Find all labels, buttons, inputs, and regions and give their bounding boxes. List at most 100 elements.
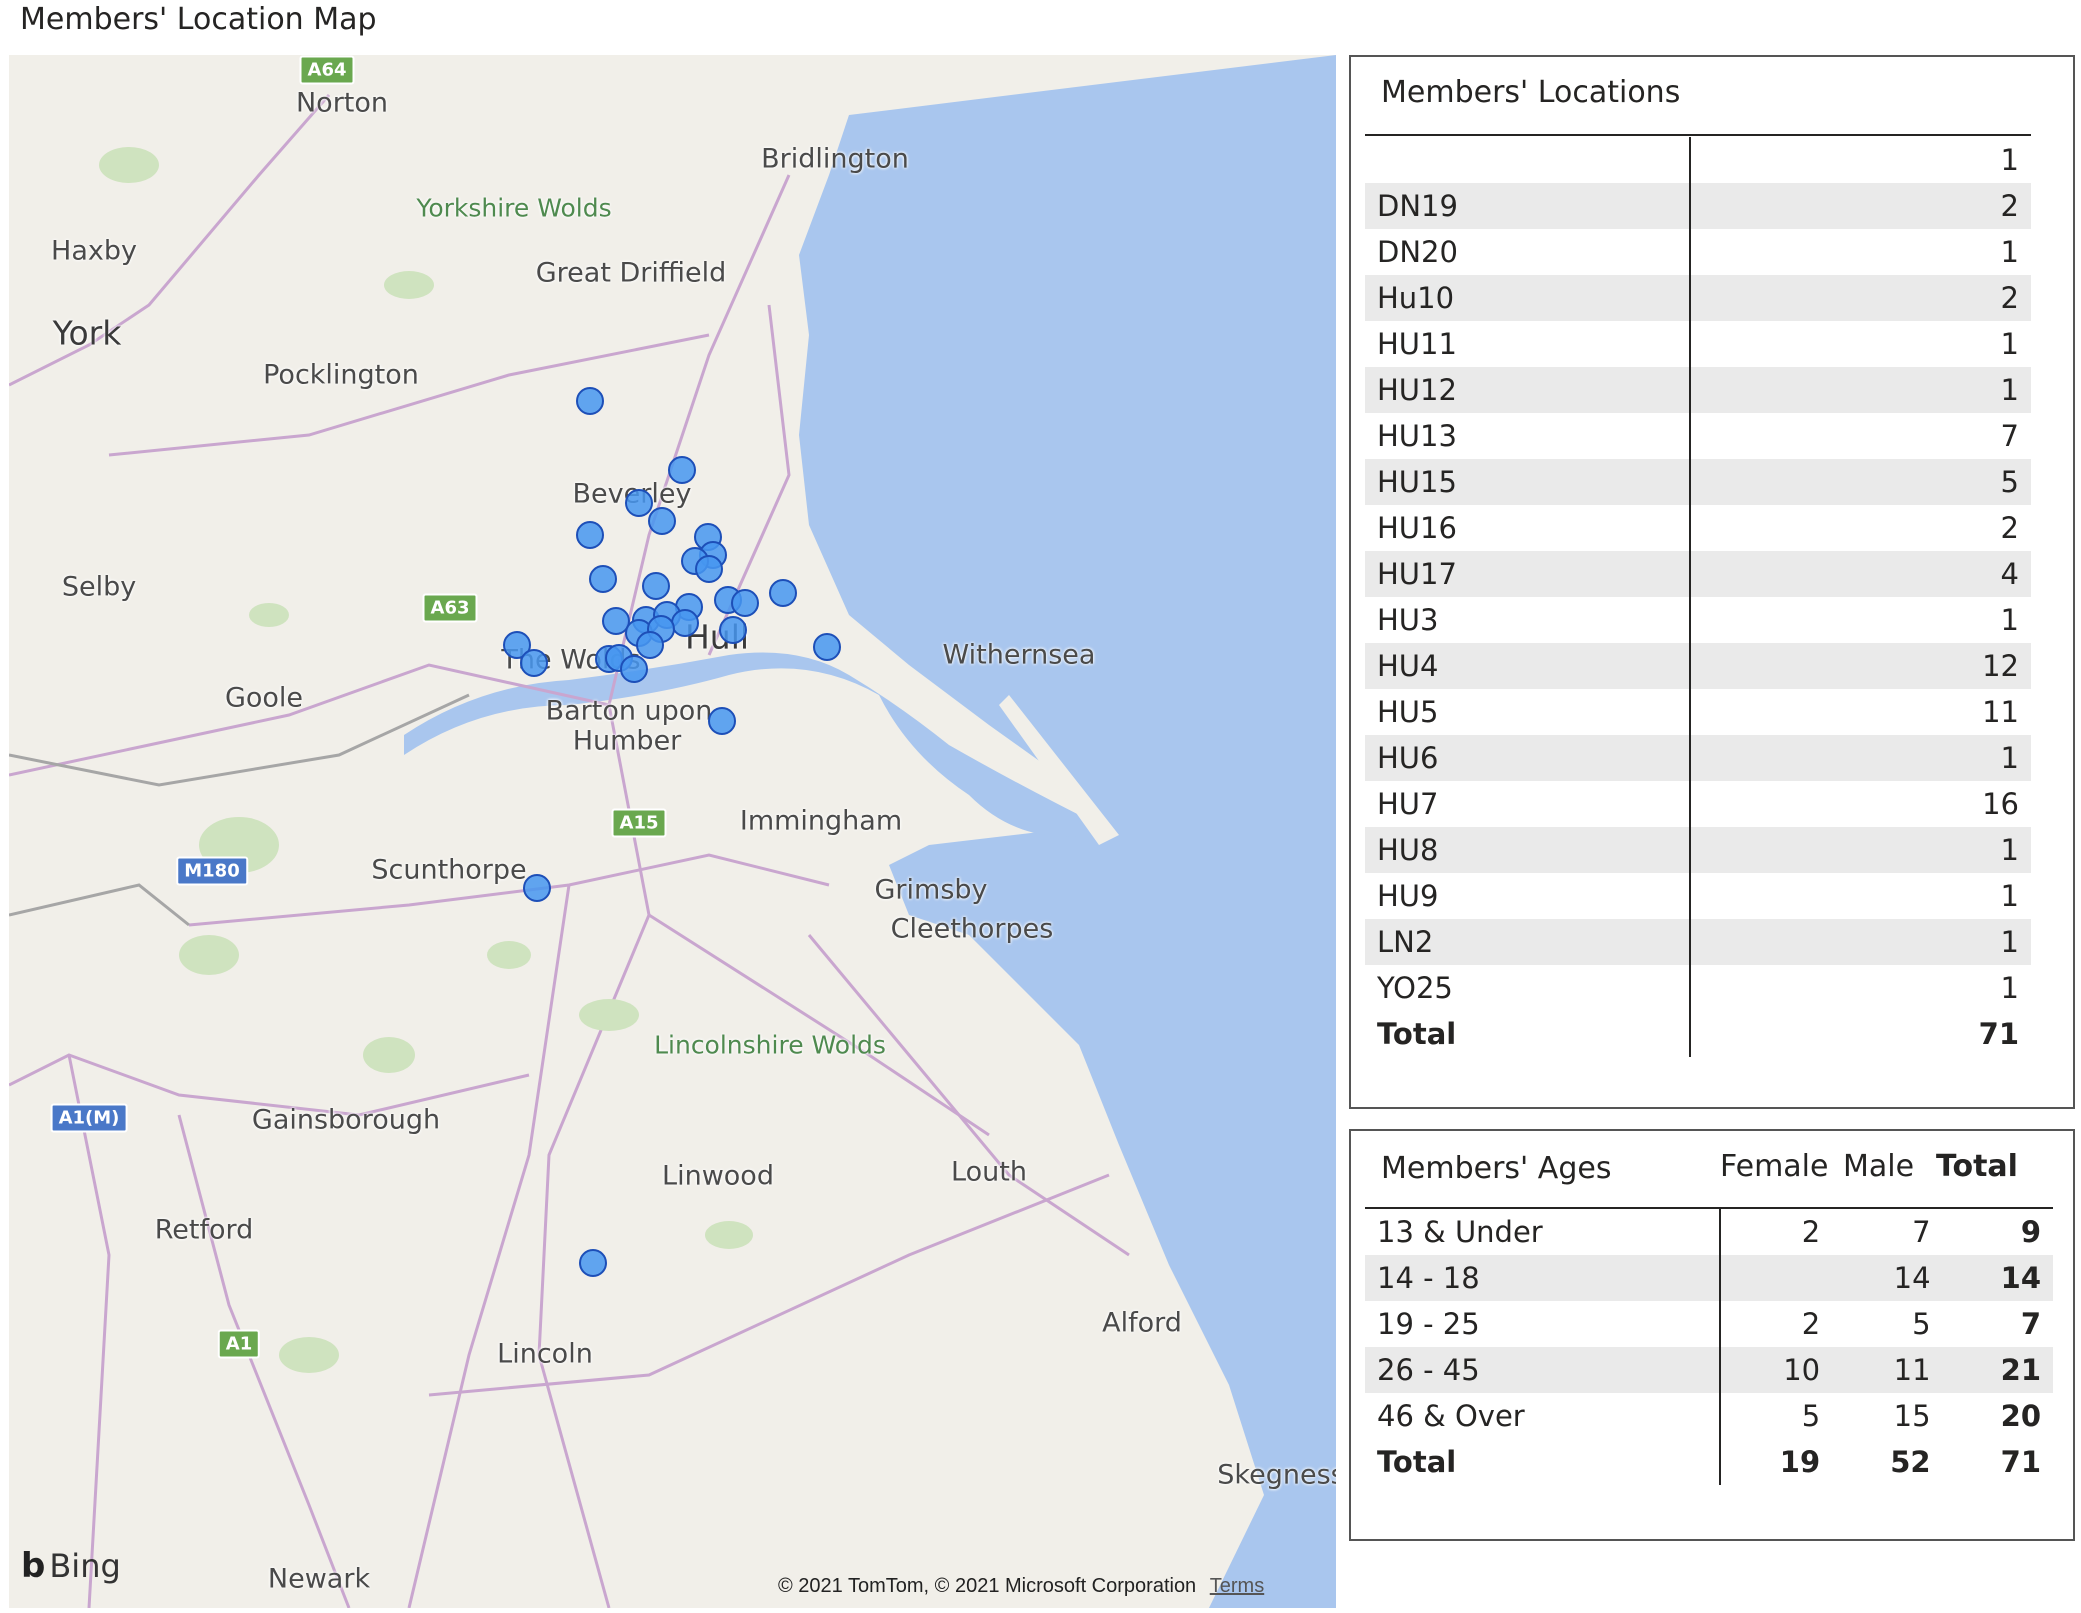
table-row[interactable]: 19 - 25 2 5 7 bbox=[1365, 1301, 2053, 1347]
member-marker[interactable] bbox=[769, 579, 797, 607]
count-cell: 2 bbox=[2000, 511, 2019, 545]
map-label-selby: Selby bbox=[61, 571, 137, 603]
map-label-cleethorpes: Cleethorpes bbox=[890, 913, 1054, 945]
female-cell: 10 bbox=[1720, 1347, 1833, 1393]
postcode-cell: HU13 bbox=[1365, 413, 1691, 459]
member-marker[interactable] bbox=[579, 1249, 607, 1277]
male-cell: 5 bbox=[1912, 1307, 1931, 1341]
header-divider bbox=[1365, 134, 2031, 136]
total-cell: 9 bbox=[2020, 1215, 2041, 1249]
member-marker[interactable] bbox=[520, 649, 548, 677]
age-group-cell: 14 - 18 bbox=[1365, 1255, 1721, 1301]
table-row[interactable]: 46 & Over 5 15 20 bbox=[1365, 1393, 2053, 1439]
count-cell: 1 bbox=[1690, 919, 2031, 965]
map-label-norton: Norton bbox=[295, 87, 389, 119]
member-marker[interactable] bbox=[625, 489, 653, 517]
member-marker[interactable] bbox=[642, 572, 670, 600]
table-row[interactable]: HU7 16 bbox=[1365, 781, 2031, 827]
total-cell: 14 bbox=[1942, 1255, 2053, 1301]
member-marker[interactable] bbox=[671, 609, 699, 637]
count-cell: 7 bbox=[2000, 419, 2019, 453]
member-marker[interactable] bbox=[589, 565, 617, 593]
member-marker[interactable] bbox=[719, 616, 747, 644]
postcode-cell: HU17 bbox=[1365, 551, 1691, 597]
postcode-cell: Hu10 bbox=[1365, 275, 1691, 321]
female-cell: 5 bbox=[1801, 1399, 1821, 1433]
members-locations-card: Members' Locations 1 DN19 2 DN20 1 Hu10 2 HU11 1… bbox=[1349, 55, 2075, 1109]
table-row[interactable]: HU11 1 bbox=[1365, 321, 2031, 367]
member-marker[interactable] bbox=[813, 633, 841, 661]
table-row[interactable]: HU13 7 bbox=[1365, 413, 2031, 459]
members-ages-title: Members' Ages bbox=[1381, 1151, 1612, 1186]
total-row: Total 19 52 71 bbox=[1365, 1439, 2053, 1485]
total-label: Total bbox=[1365, 1439, 1721, 1485]
table-row[interactable]: HU4 12 bbox=[1365, 643, 2031, 689]
member-marker[interactable] bbox=[695, 555, 723, 583]
count-cell: 1 bbox=[2000, 879, 2019, 913]
female-cell: 2 bbox=[1801, 1307, 1821, 1341]
male-cell: 11 bbox=[1832, 1347, 1943, 1393]
table-row[interactable]: 14 - 18 14 14 bbox=[1365, 1255, 2053, 1301]
count-cell: 5 bbox=[1690, 459, 2031, 505]
page-title: Members' Location Map bbox=[20, 2, 377, 37]
postcode-cell: LN2 bbox=[1365, 919, 1691, 965]
map-label-york: York bbox=[52, 313, 122, 353]
table-row[interactable]: Hu10 2 bbox=[1365, 275, 2031, 321]
map-label-pocklington: Pocklington bbox=[263, 359, 419, 391]
total-cell: 20 bbox=[2000, 1399, 2041, 1433]
postcode-cell: HU11 bbox=[1365, 321, 1691, 367]
map-label-barton-upon: Barton upon bbox=[545, 695, 713, 727]
map-label-lincoln: Lincoln bbox=[497, 1338, 593, 1370]
members-ages-table: 13 & Under 2 7 9 14 - 18 14 14 19 - 25 2 5 7 26 - 4… bbox=[1365, 1209, 2053, 1485]
member-marker[interactable] bbox=[620, 655, 648, 683]
table-row[interactable]: HU16 2 bbox=[1365, 505, 2031, 551]
female-cell bbox=[1720, 1255, 1833, 1301]
terms-link[interactable]: Terms bbox=[1210, 1575, 1264, 1597]
table-row[interactable]: 26 - 45 10 11 21 bbox=[1365, 1347, 2053, 1393]
member-marker[interactable] bbox=[708, 707, 736, 735]
table-row[interactable]: LN2 1 bbox=[1365, 919, 2031, 965]
postcode-cell: HU7 bbox=[1365, 781, 1691, 827]
postcode-cell: HU9 bbox=[1365, 873, 1691, 919]
member-marker[interactable] bbox=[648, 507, 676, 535]
map-copyright: © 2021 TomTom, © 2021 Microsoft Corporat… bbox=[778, 1575, 1264, 1598]
count-cell: 4 bbox=[1690, 551, 2031, 597]
table-row[interactable]: HU5 11 bbox=[1365, 689, 2031, 735]
count-cell: 1 bbox=[1690, 827, 2031, 873]
count-cell: 1 bbox=[2000, 327, 2019, 361]
table-row[interactable]: 13 & Under 2 7 9 bbox=[1365, 1209, 2053, 1255]
table-row[interactable]: HU15 5 bbox=[1365, 459, 2031, 505]
map-label-gainsborough: Gainsborough bbox=[251, 1104, 441, 1136]
table-row[interactable]: DN19 2 bbox=[1365, 183, 2031, 229]
map-label-humber: Humber bbox=[572, 725, 682, 757]
map-label-scunthorpe: Scunthorpe bbox=[371, 854, 527, 886]
table-row[interactable]: 1 bbox=[1365, 137, 2031, 183]
total-label: Total bbox=[1365, 1011, 1691, 1057]
total-value: 71 bbox=[1978, 1017, 2019, 1051]
table-row[interactable]: HU3 1 bbox=[1365, 597, 2031, 643]
count-cell: 1 bbox=[2000, 971, 2019, 1005]
table-row[interactable]: HU12 1 bbox=[1365, 367, 2031, 413]
road-shield-m180: M180 bbox=[176, 856, 248, 886]
map-label-retford: Retford bbox=[154, 1214, 254, 1246]
table-row[interactable]: HU9 1 bbox=[1365, 873, 2031, 919]
total-row: Total 71 bbox=[1365, 1011, 2031, 1057]
member-marker[interactable] bbox=[636, 631, 664, 659]
members-locations-table: 1 DN19 2 DN20 1 Hu10 2 HU11 1 HU12 1 HU13 7 HU15 5 HU16… bbox=[1365, 137, 2031, 1057]
member-marker[interactable] bbox=[668, 456, 696, 484]
member-marker[interactable] bbox=[576, 521, 604, 549]
member-marker[interactable] bbox=[523, 874, 551, 902]
map-label-great-driffield: Great Driffield bbox=[535, 257, 727, 289]
count-cell: 1 bbox=[1690, 367, 2031, 413]
member-marker[interactable] bbox=[731, 589, 759, 617]
table-row[interactable]: DN20 1 bbox=[1365, 229, 2031, 275]
table-row[interactable]: HU8 1 bbox=[1365, 827, 2031, 873]
members-location-map[interactable]: Norton Bridlington Yorkshire Wolds Haxby… bbox=[9, 55, 1336, 1608]
bing-logo-text: Bing bbox=[49, 1547, 121, 1585]
table-row[interactable]: HU17 4 bbox=[1365, 551, 2031, 597]
table-row[interactable]: HU6 1 bbox=[1365, 735, 2031, 781]
table-row[interactable]: YO25 1 bbox=[1365, 965, 2031, 1011]
map-label-grimsby: Grimsby bbox=[874, 874, 988, 906]
member-marker[interactable] bbox=[576, 387, 604, 415]
postcode-cell: HU12 bbox=[1365, 367, 1691, 413]
